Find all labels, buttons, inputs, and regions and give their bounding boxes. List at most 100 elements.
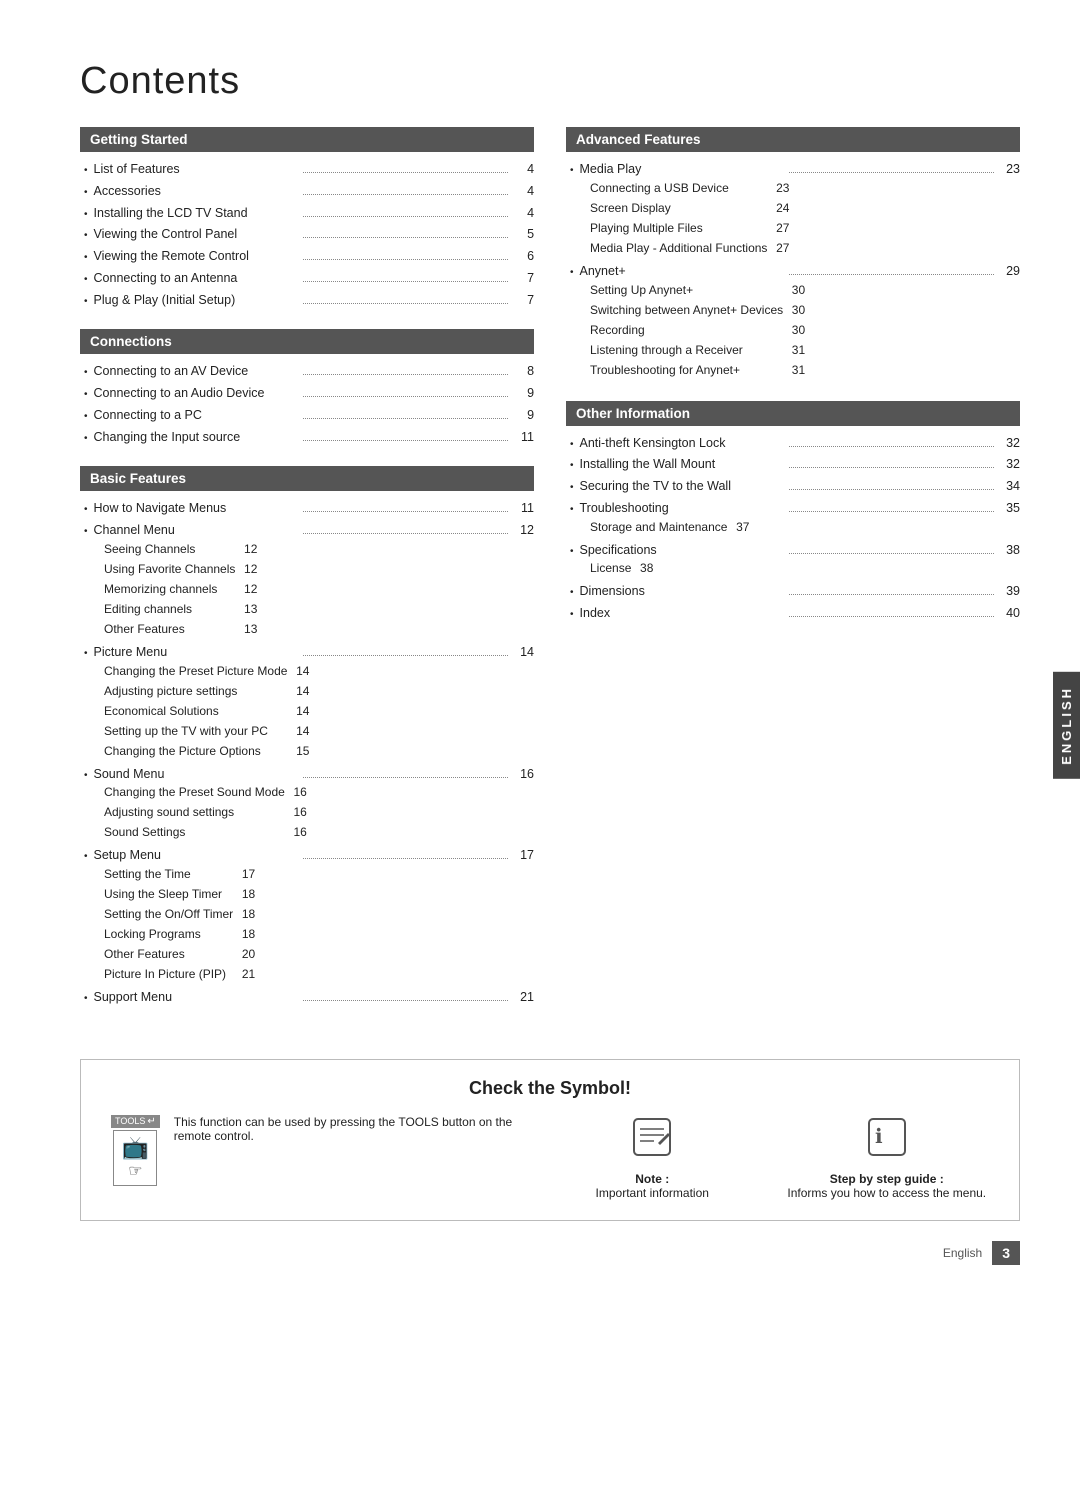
dots (303, 396, 508, 397)
sub-text: Sound Settings (104, 823, 285, 841)
footer-page-number: 3 (992, 1241, 1020, 1265)
page-num: 35 (998, 499, 1020, 518)
item-text: Troubleshooting (580, 499, 785, 518)
sub-text: Adjusting sound settings (104, 803, 285, 821)
page-num: 9 (512, 406, 534, 425)
guide-svg: ℹ (865, 1115, 909, 1159)
sub-text: Screen Display (590, 199, 767, 217)
sub-page: 13 (235, 600, 257, 618)
sub-page: 20 (233, 945, 255, 963)
bullet-icon: • (84, 849, 88, 864)
sub-text: Listening through a Receiver (590, 341, 783, 359)
sub-page: 12 (235, 580, 257, 598)
page-num: 21 (512, 988, 534, 1007)
list-item: • Plug & Play (Initial Setup) 7 (84, 291, 534, 310)
connections-list: • Connecting to an AV Device 8 • Connect… (80, 362, 534, 446)
page-title: Contents (80, 60, 1020, 103)
sub-item: Sound Settings16 (104, 823, 307, 841)
page-num: 34 (998, 477, 1020, 496)
sub-item: Media Play - Additional Functions27 (590, 239, 789, 257)
bullet-icon: • (570, 437, 574, 452)
bullet-icon: • (570, 585, 574, 600)
page-container: Contents Getting Started • List of Featu… (0, 0, 1080, 1305)
dots (789, 594, 994, 595)
sub-page: 30 (783, 281, 805, 299)
sub-text: Editing channels (104, 600, 235, 618)
sub-item: Other Features13 (104, 620, 257, 638)
sub-page: 27 (767, 219, 789, 237)
page-num: 40 (998, 604, 1020, 623)
dots (303, 237, 508, 238)
guide-block: ℹ Step by step guide : Informs you how t… (785, 1115, 990, 1200)
bullet-icon: • (84, 185, 88, 200)
page-num: 4 (512, 160, 534, 179)
list-item: • Changing the Input source 11 (84, 428, 534, 447)
sub-list: Setting the Time17 Using the Sleep Timer… (84, 865, 255, 985)
sub-list: Setting Up Anynet+30 Switching between A… (570, 281, 805, 381)
dots (303, 194, 508, 195)
dots (789, 553, 994, 554)
sub-page: 30 (783, 321, 805, 339)
item-text: Connecting to an Audio Device (94, 384, 299, 403)
bullet-icon: • (84, 409, 88, 424)
list-item: • Anynet+ 29 Setting Up Anynet+30 Switch… (570, 262, 1020, 381)
getting-started-list: • List of Features 4 • Accessories 4 • I… (80, 160, 534, 309)
sub-page: 12 (235, 560, 257, 578)
sub-item: Setting the On/Off Timer18 (104, 905, 255, 923)
bullet-icon: • (84, 768, 88, 783)
section-header-other: Other Information (566, 401, 1020, 426)
dots (303, 440, 508, 441)
sub-list: Changing the Preset Sound Mode16 Adjusti… (84, 783, 307, 843)
sub-text: Playing Multiple Files (590, 219, 767, 237)
note-block: Note : Important information (550, 1115, 755, 1200)
sub-item: Changing the Picture Options15 (104, 742, 309, 760)
sub-text: Locking Programs (104, 925, 233, 943)
sub-text: Switching between Anynet+ Devices (590, 301, 783, 319)
item-text: Accessories (94, 182, 299, 201)
page-num: 39 (998, 582, 1020, 601)
page-num: 23 (998, 160, 1020, 179)
section-header-basic-features: Basic Features (80, 466, 534, 491)
sub-item: Troubleshooting for Anynet+31 (590, 361, 805, 379)
page-num: 32 (998, 434, 1020, 453)
item-text: List of Features (94, 160, 299, 179)
bullet-icon: • (570, 607, 574, 622)
page-num: 14 (512, 643, 534, 662)
sub-list: License38 (570, 559, 653, 579)
item-text: Securing the TV to the Wall (580, 477, 785, 496)
bullet-icon: • (84, 431, 88, 446)
list-item: • Specifications 38 License38 (570, 541, 1020, 580)
page-num: 29 (998, 262, 1020, 281)
item-text: Dimensions (580, 582, 785, 601)
dots (789, 172, 994, 173)
sub-text: Troubleshooting for Anynet+ (590, 361, 783, 379)
page-num: 11 (512, 499, 534, 518)
bullet-icon: • (84, 294, 88, 309)
bullet-icon: • (570, 163, 574, 178)
bullet-icon: • (84, 387, 88, 402)
item-text: Changing the Input source (94, 428, 299, 447)
dots (303, 172, 508, 173)
dots (303, 655, 508, 656)
sub-page: 31 (783, 361, 805, 379)
sub-text: Connecting a USB Device (590, 179, 767, 197)
sub-page: 14 (287, 722, 309, 740)
sub-text: Using Favorite Channels (104, 560, 235, 578)
dots (303, 777, 508, 778)
sub-text: Other Features (104, 620, 235, 638)
tools-label: TOOLS ↵ (111, 1115, 160, 1128)
list-item: • List of Features 4 (84, 160, 534, 179)
section-header-connections: Connections (80, 329, 534, 354)
section-other-information: Other Information • Anti-theft Kensingto… (566, 401, 1020, 623)
list-item: • Connecting to a PC 9 (84, 406, 534, 425)
item-text: Picture Menu (94, 643, 299, 662)
dots (303, 511, 508, 512)
svg-text:ℹ: ℹ (875, 1126, 883, 1148)
sub-item: Economical Solutions14 (104, 702, 309, 720)
bullet-icon: • (84, 228, 88, 243)
bullet-icon: • (570, 480, 574, 495)
list-item: • Index 40 (570, 604, 1020, 623)
item-text: Connecting to an AV Device (94, 362, 299, 381)
item-text: Specifications (580, 541, 785, 560)
sub-page: 31 (783, 341, 805, 359)
